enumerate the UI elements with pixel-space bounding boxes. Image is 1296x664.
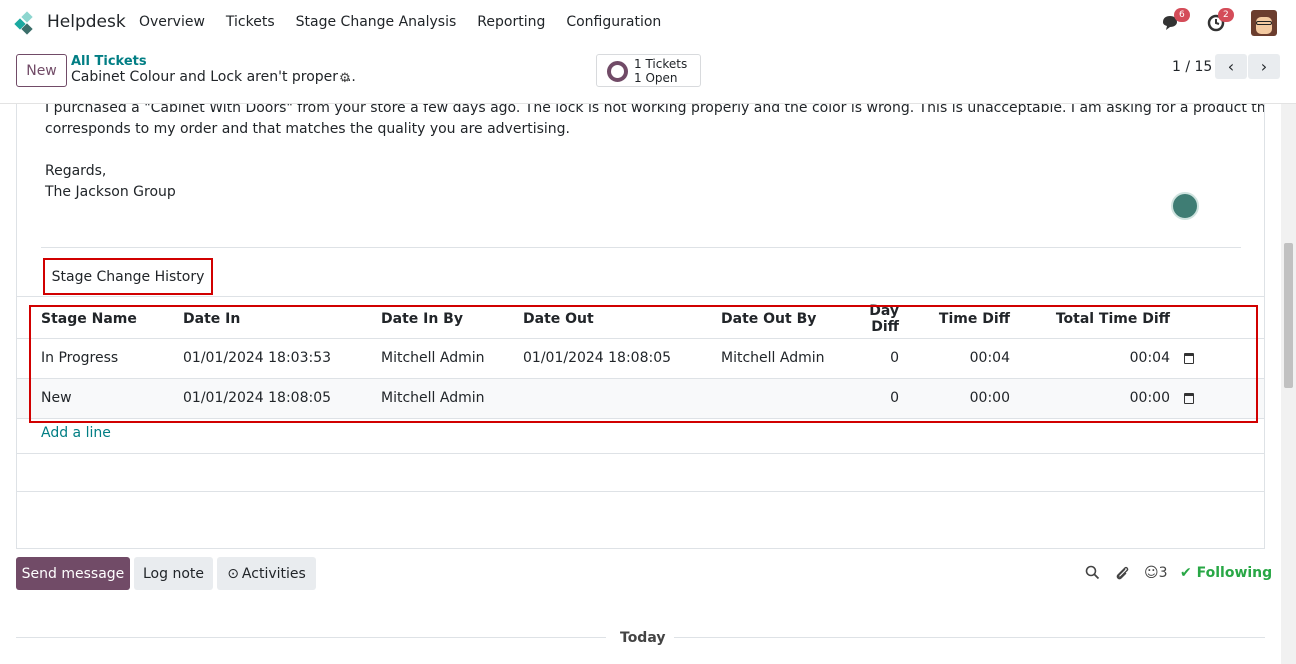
menu-reporting[interactable]: Reporting bbox=[477, 14, 545, 30]
empty-row-divider bbox=[17, 453, 1264, 454]
activities-button[interactable]: 2 bbox=[1206, 8, 1234, 37]
user-icon: ☺ bbox=[1144, 565, 1159, 581]
followers-button[interactable]: ☺3 bbox=[1144, 565, 1168, 581]
breadcrumb-all-tickets[interactable]: All Tickets bbox=[71, 54, 147, 69]
chevron-right-icon: › bbox=[1260, 57, 1268, 76]
tab-divider bbox=[17, 296, 1264, 297]
breadcrumb-current: Cabinet Colour and Lock aren't proper ..… bbox=[71, 69, 356, 85]
followers-count: 3 bbox=[1158, 565, 1168, 581]
description-line-1: I purchased a "Cabinet With Doors" from … bbox=[45, 104, 1265, 116]
paperclip-icon[interactable] bbox=[1115, 565, 1130, 585]
pager-previous-button[interactable]: ‹ bbox=[1215, 54, 1247, 79]
messages-button[interactable]: 6 bbox=[1161, 8, 1190, 37]
highlight-box bbox=[29, 305, 1258, 423]
navbar: Helpdesk Overview Tickets Stage Change A… bbox=[0, 0, 1296, 46]
following-button[interactable]: ✔ Following bbox=[1180, 565, 1272, 581]
activities-button[interactable]: ⊙ Activities bbox=[217, 557, 316, 590]
menu-overview[interactable]: Overview bbox=[139, 14, 205, 30]
divider bbox=[674, 637, 1265, 638]
clock-icon: ⊙ bbox=[227, 565, 239, 582]
smart-tickets-count: 1 Tickets bbox=[634, 57, 688, 71]
description-signature: The Jackson Group bbox=[45, 184, 176, 200]
today-separator: Today bbox=[620, 630, 666, 646]
ticket-description[interactable]: I purchased a "Cabinet With Doors" from … bbox=[45, 104, 1265, 224]
scrollbar-thumb[interactable] bbox=[1284, 243, 1293, 388]
empty-row-divider bbox=[17, 491, 1264, 492]
pager-next-button[interactable]: › bbox=[1248, 54, 1280, 79]
lifebuoy-icon bbox=[607, 61, 628, 82]
helpdesk-logo-icon[interactable] bbox=[14, 11, 38, 35]
loading-spinner-icon bbox=[1171, 192, 1199, 220]
divider bbox=[16, 637, 606, 638]
messages-badge: 6 bbox=[1174, 8, 1190, 22]
send-message-button[interactable]: Send message bbox=[16, 557, 130, 590]
smart-open-count: 1 Open bbox=[634, 71, 678, 85]
main-menu: Overview Tickets Stage Change Analysis R… bbox=[139, 14, 682, 30]
description-regards: Regards, bbox=[45, 163, 107, 179]
pager-value[interactable]: 1 / 15 bbox=[1172, 59, 1212, 75]
activities-badge: 2 bbox=[1218, 8, 1234, 22]
log-note-button[interactable]: Log note bbox=[134, 557, 213, 590]
user-avatar[interactable] bbox=[1251, 10, 1277, 36]
tab-stage-change-history[interactable]: Stage Change History bbox=[43, 258, 213, 295]
check-icon: ✔ bbox=[1180, 565, 1192, 581]
following-label: Following bbox=[1196, 565, 1273, 581]
activities-label: Activities bbox=[241, 565, 306, 582]
gear-icon[interactable]: ⚙ bbox=[339, 71, 351, 86]
search-icon[interactable] bbox=[1085, 565, 1100, 584]
app-name[interactable]: Helpdesk bbox=[47, 12, 126, 32]
divider bbox=[41, 247, 1241, 248]
menu-tickets[interactable]: Tickets bbox=[226, 14, 275, 30]
new-button[interactable]: New bbox=[16, 54, 67, 87]
menu-configuration[interactable]: Configuration bbox=[566, 14, 661, 30]
form-sheet: I purchased a "Cabinet With Doors" from … bbox=[16, 104, 1265, 549]
tickets-smart-button[interactable]: 1 Tickets 1 Open bbox=[596, 54, 701, 87]
menu-stage-change-analysis[interactable]: Stage Change Analysis bbox=[296, 14, 457, 30]
description-line-2: corresponds to my order and that matches… bbox=[45, 121, 570, 137]
add-a-line-link[interactable]: Add a line bbox=[41, 425, 111, 441]
chevron-left-icon: ‹ bbox=[1227, 57, 1235, 76]
control-panel: New All Tickets Cabinet Colour and Lock … bbox=[0, 46, 1296, 104]
